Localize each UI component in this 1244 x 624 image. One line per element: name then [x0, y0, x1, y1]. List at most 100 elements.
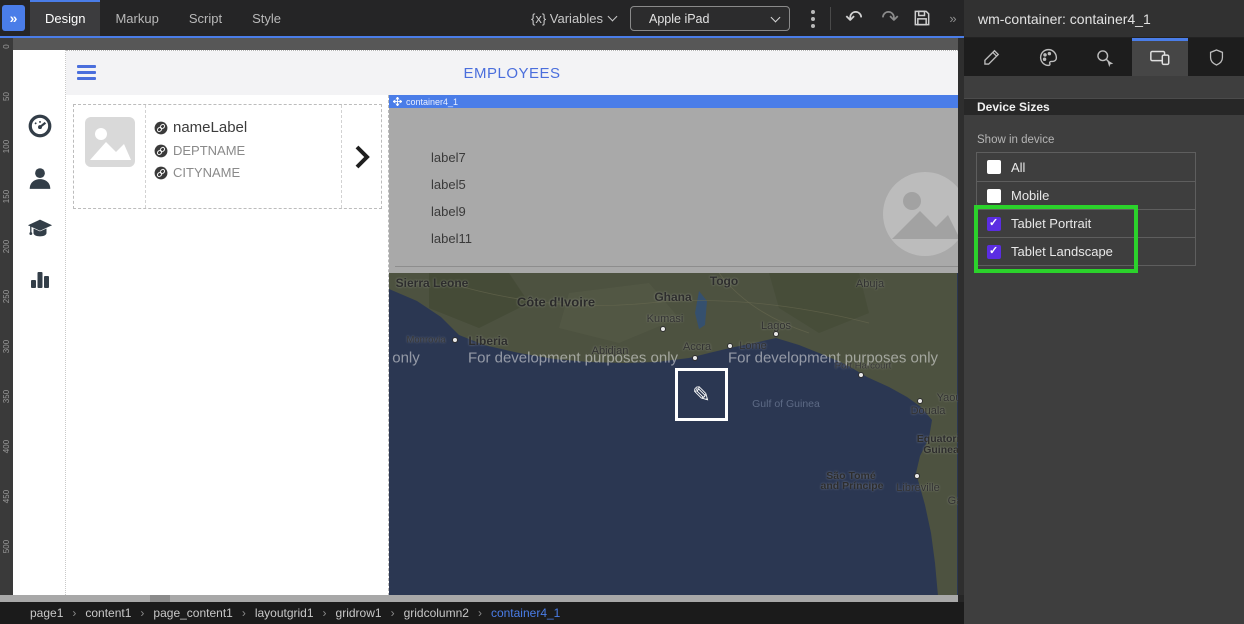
ruler-tick: 200 — [2, 236, 11, 257]
bar-chart-icon[interactable] — [27, 266, 53, 292]
tab-device-sizes[interactable] — [1132, 38, 1188, 76]
chevron-down-icon — [608, 12, 618, 22]
redo-button[interactable]: ↷ — [876, 0, 904, 36]
save-button[interactable] — [908, 0, 936, 36]
editor-tab[interactable]: Style — [237, 0, 296, 36]
checkbox[interactable] — [987, 245, 1001, 259]
tab-styles[interactable] — [1020, 38, 1076, 76]
label-widget[interactable]: label5 — [431, 171, 472, 198]
checkbox[interactable] — [987, 160, 1001, 174]
picture-cell — [74, 105, 146, 208]
panel-title: wm-container: container4_1 — [964, 0, 1244, 38]
map-place-label: Monrovia — [406, 335, 445, 346]
variables-menu[interactable]: {x} Variables — [531, 0, 616, 36]
device-option-row[interactable]: Tablet Landscape — [977, 237, 1195, 265]
map-place-label: Douala — [911, 405, 946, 417]
city-marker-icon — [917, 398, 923, 404]
dev-watermark: For development purposes only — [728, 350, 938, 367]
device-option-row[interactable]: Tablet Portrait — [977, 209, 1195, 237]
chevron-right-icon[interactable] — [353, 144, 371, 170]
label-widget[interactable]: label11 — [431, 225, 472, 252]
ruler-tick: 150 — [2, 186, 11, 207]
breadcrumb-item[interactable]: page1 — [30, 606, 63, 620]
device-option-row[interactable]: All — [977, 153, 1195, 181]
map-edit-marker[interactable]: ✎ — [675, 368, 728, 421]
horizontal-ruler — [13, 38, 958, 50]
image-placeholder-icon[interactable] — [84, 116, 136, 168]
selected-container4_1[interactable]: container4_1 label7label5label9label11 — [389, 95, 958, 596]
bind-icon — [154, 121, 168, 135]
selection-label: container4_1 — [406, 97, 458, 107]
dashboard-icon[interactable] — [27, 113, 53, 139]
undo-button[interactable]: ↶ — [840, 0, 868, 36]
dev-watermark: only — [392, 350, 420, 367]
map-place-label: Gulf of Guinea — [752, 398, 820, 410]
breadcrumb-item[interactable]: gridrow1 — [314, 606, 382, 620]
checkbox[interactable] — [987, 217, 1001, 231]
device-option-row[interactable]: Mobile — [977, 181, 1195, 209]
ruler-tick: 500 — [2, 536, 11, 557]
vertical-ruler: 050100150200250300350400450500 — [0, 38, 13, 595]
palette-icon — [1038, 47, 1059, 68]
image-placeholder-icon[interactable] — [882, 171, 958, 257]
bound-label-widget[interactable]: nameLabel — [154, 119, 247, 136]
ruler-tick: 100 — [2, 136, 11, 157]
panel-tab-bar — [964, 38, 1244, 76]
tab-security[interactable] — [1188, 38, 1244, 76]
tab-properties[interactable] — [964, 38, 1020, 76]
checkbox[interactable] — [987, 189, 1001, 203]
map-place-label: Ghana — [654, 290, 691, 304]
horizontal-scrollbar[interactable] — [0, 595, 958, 602]
scrollbar-handle[interactable] — [150, 595, 170, 602]
breadcrumb-item[interactable]: layoutgrid1 — [233, 606, 314, 620]
move-icon — [393, 97, 402, 106]
education-icon[interactable] — [27, 215, 53, 241]
kebab-menu-icon[interactable] — [806, 8, 820, 30]
device-preview-select[interactable]: Apple iPad — [630, 6, 790, 31]
google-map-widget[interactable]: Sierra LeoneCôte d'IvoireGhanaTogoAbujaK… — [389, 273, 958, 596]
app-header-bar[interactable]: EMPLOYEES — [66, 51, 958, 95]
map-place-label: Liberia — [468, 334, 507, 348]
selection-label-strip[interactable]: container4_1 — [389, 95, 958, 108]
city-marker-icon — [692, 355, 698, 361]
card-text-rows: nameLabel DEPTNAME CITYNAME — [154, 119, 247, 187]
breadcrumb-item[interactable]: page_content1 — [131, 606, 232, 620]
editor-tab[interactable]: Design — [30, 0, 100, 36]
bound-label-widget[interactable]: CITYNAME — [154, 165, 247, 180]
ruler-tick: 400 — [2, 436, 11, 457]
device-sizes-header: Device Sizes — [964, 98, 1244, 115]
employee-list-item-widget[interactable]: nameLabel DEPTNAME CITYNAME — [73, 104, 382, 209]
chevron-cell — [341, 105, 381, 208]
city-marker-icon — [660, 326, 666, 332]
map-place-label: Kumasi — [647, 313, 684, 325]
ruler-tick: 300 — [2, 336, 11, 357]
device-option-label: Tablet Portrait — [1011, 216, 1091, 231]
city-marker-icon — [452, 337, 458, 343]
labels-panel[interactable]: label7label5label9label11 — [389, 108, 958, 273]
collapse-panel-button[interactable]: » — [942, 0, 964, 36]
bound-label-widget[interactable]: DEPTNAME — [154, 143, 247, 158]
editor-tab[interactable]: Markup — [100, 0, 173, 36]
breadcrumb: page1content1page_content1layoutgrid1gri… — [0, 602, 964, 624]
map-place-label: Ga — [948, 495, 958, 507]
collapse-sidebar-button[interactable]: » — [2, 5, 25, 31]
page-title: EMPLOYEES — [66, 51, 958, 95]
tab-inspect[interactable] — [1076, 38, 1132, 76]
map-place-label: Côte d'Ivoire — [517, 295, 595, 310]
city-marker-icon — [773, 331, 779, 337]
breadcrumb-item[interactable]: container4_1 — [469, 606, 560, 620]
user-icon[interactable] — [27, 165, 53, 191]
city-marker-icon — [914, 473, 920, 479]
breadcrumb-item[interactable]: content1 — [63, 606, 131, 620]
map-place-label: Yaou — [937, 392, 958, 404]
ruler-tick: 0 — [2, 36, 11, 57]
properties-panel: wm-container: container4_1 Device Sizes … — [964, 0, 1244, 624]
ruler-tick: 450 — [2, 486, 11, 507]
editor-tab[interactable]: Script — [174, 0, 237, 36]
label-widget[interactable]: label9 — [431, 198, 472, 225]
ruler-tick: 50 — [2, 86, 11, 107]
label-widget[interactable]: label7 — [431, 144, 472, 171]
device-option-label: Tablet Landscape — [1011, 244, 1113, 259]
dev-watermark: For development purposes only — [468, 350, 678, 367]
breadcrumb-item[interactable]: gridcolumn2 — [382, 606, 469, 620]
